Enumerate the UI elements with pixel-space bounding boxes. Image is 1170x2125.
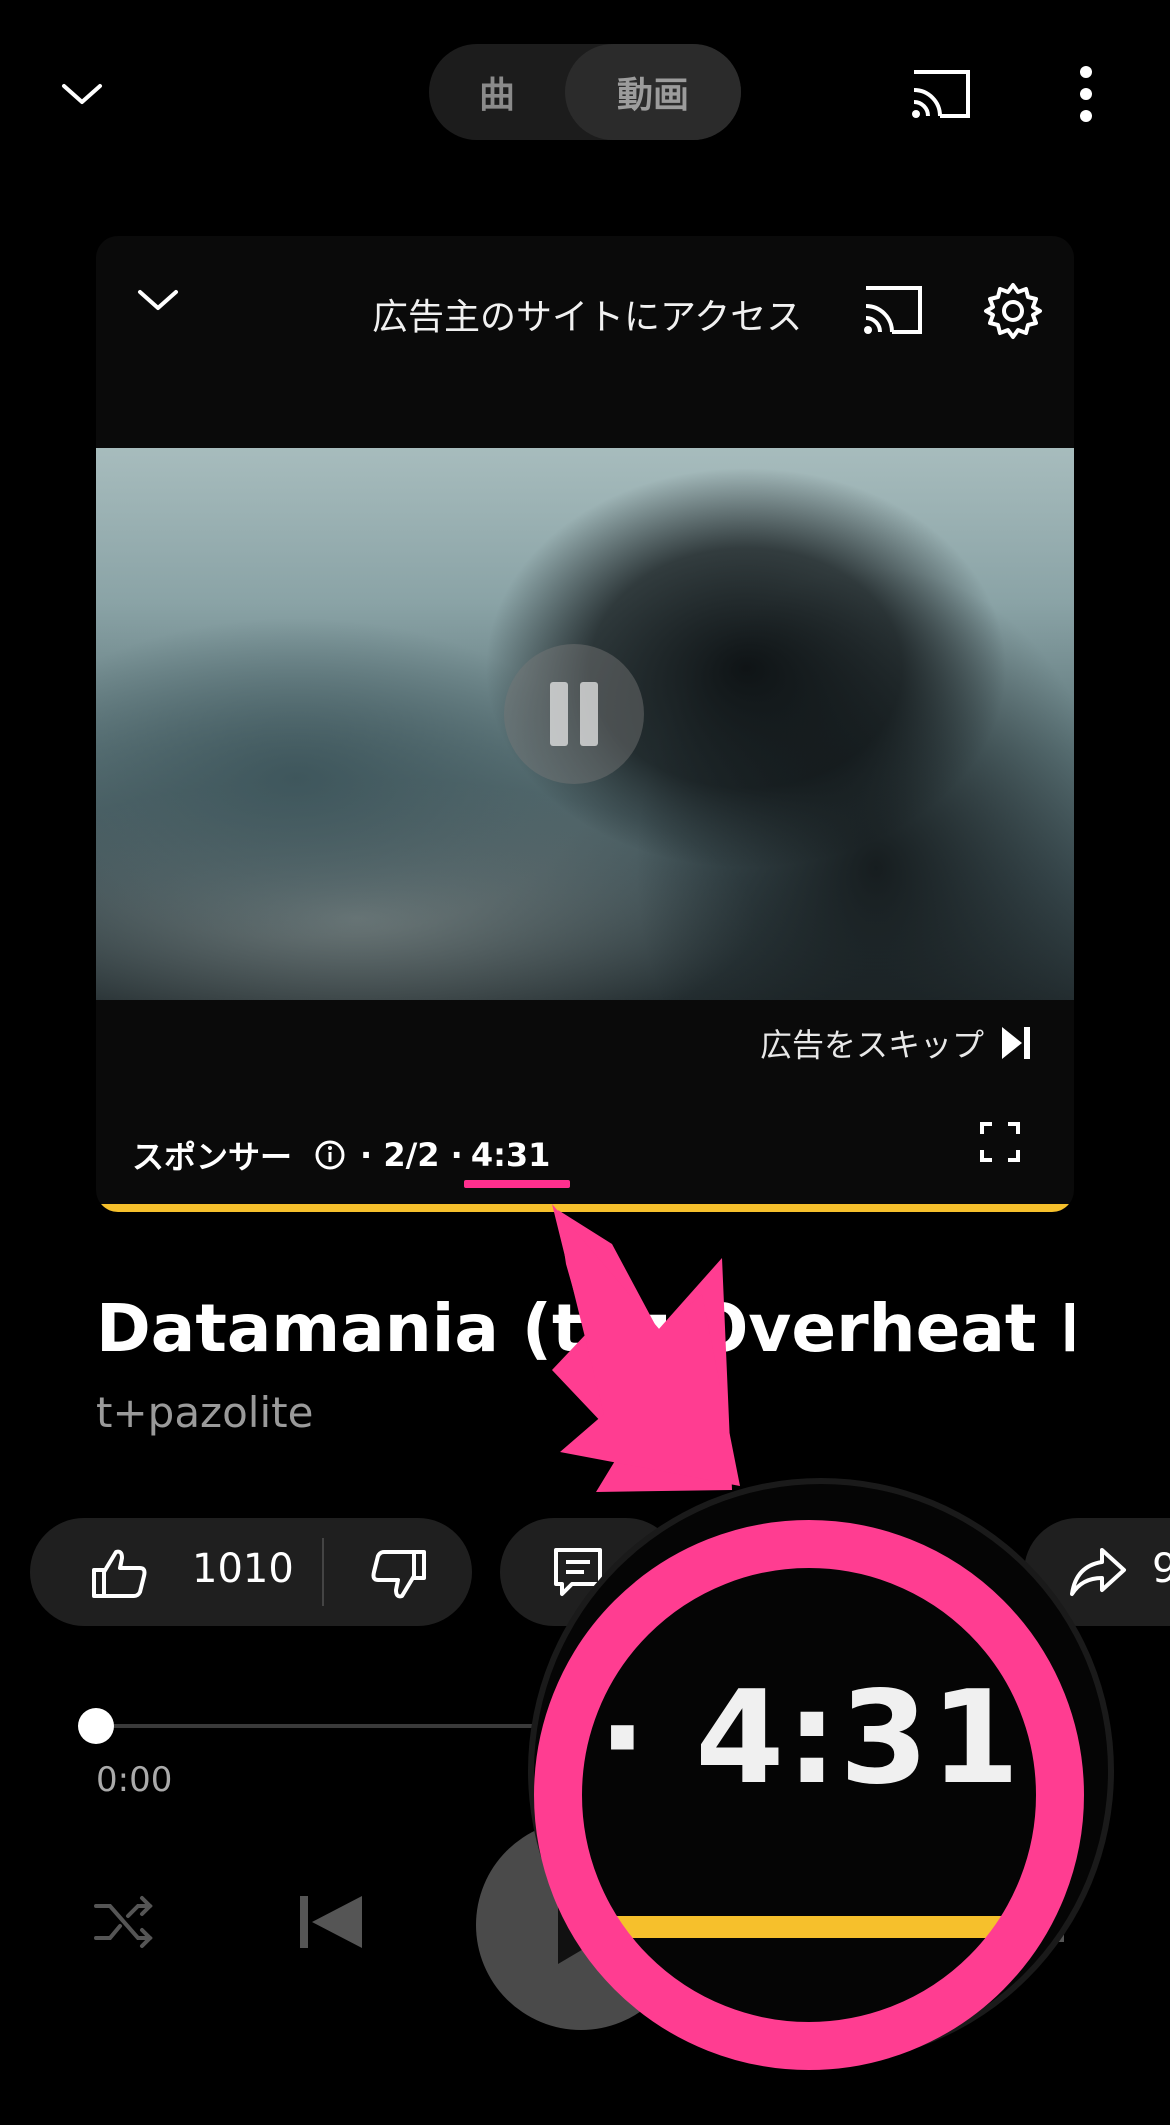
ad-position: · 2/2 · [360, 1136, 463, 1174]
shuffle-icon[interactable] [94, 1894, 156, 1950]
ad-info-row: スポンサー · 2/2 · 4:31 [132, 1132, 550, 1178]
seek-thumb[interactable] [78, 1708, 114, 1744]
skip-next-icon [1002, 1027, 1031, 1059]
fullscreen-icon[interactable] [980, 1122, 1020, 1162]
gear-icon[interactable] [982, 280, 1044, 342]
visit-advertiser-link[interactable]: 広告主のサイトにアクセス [372, 288, 802, 340]
player-chevron-down-icon[interactable] [136, 278, 180, 322]
tab-video[interactable]: 動画 [565, 44, 741, 140]
sponsor-label: スポンサー [132, 1138, 293, 1176]
skip-ad-label: 広告をスキップ [760, 1026, 985, 1064]
previous-icon[interactable] [298, 1894, 364, 1950]
more-vert-icon[interactable] [1072, 64, 1100, 124]
tab-song[interactable]: 曲 [429, 44, 565, 140]
song-title: Datamania (tpz Overheat Ren [96, 1290, 1074, 1367]
ad-duration: 4:31 [470, 1136, 551, 1174]
like-divider [322, 1538, 324, 1606]
video-player[interactable]: 広告主のサイトにアクセス 広告をスキップ スポンサー · 2/2 · 4:31 [96, 236, 1074, 1212]
like-count: 1010 [192, 1546, 294, 1592]
collapse-chevron-down-icon[interactable] [58, 70, 106, 118]
share-count: 9 [1152, 1546, 1170, 1592]
player-cast-icon[interactable] [862, 284, 924, 336]
video-frame[interactable] [96, 448, 1074, 1000]
thumb-up-icon[interactable] [90, 1546, 148, 1600]
info-icon[interactable] [314, 1139, 346, 1171]
cast-icon[interactable] [910, 68, 972, 120]
like-dislike-chip: 1010 [30, 1518, 472, 1626]
zoom-highlight-ring [534, 1520, 1084, 2070]
ad-progress-bar [96, 1204, 1074, 1212]
comment-icon [554, 1548, 602, 1596]
skip-ad-button[interactable]: 広告をスキップ [760, 1020, 1032, 1066]
current-time: 0:00 [96, 1760, 173, 1800]
duration-highlight-underline [464, 1180, 570, 1188]
share-icon [1070, 1548, 1126, 1596]
thumb-down-icon[interactable] [370, 1548, 428, 1602]
song-artist[interactable]: t+pazolite [96, 1388, 313, 1437]
song-video-toggle: 曲 動画 [429, 44, 741, 140]
pause-icon[interactable] [504, 644, 644, 784]
